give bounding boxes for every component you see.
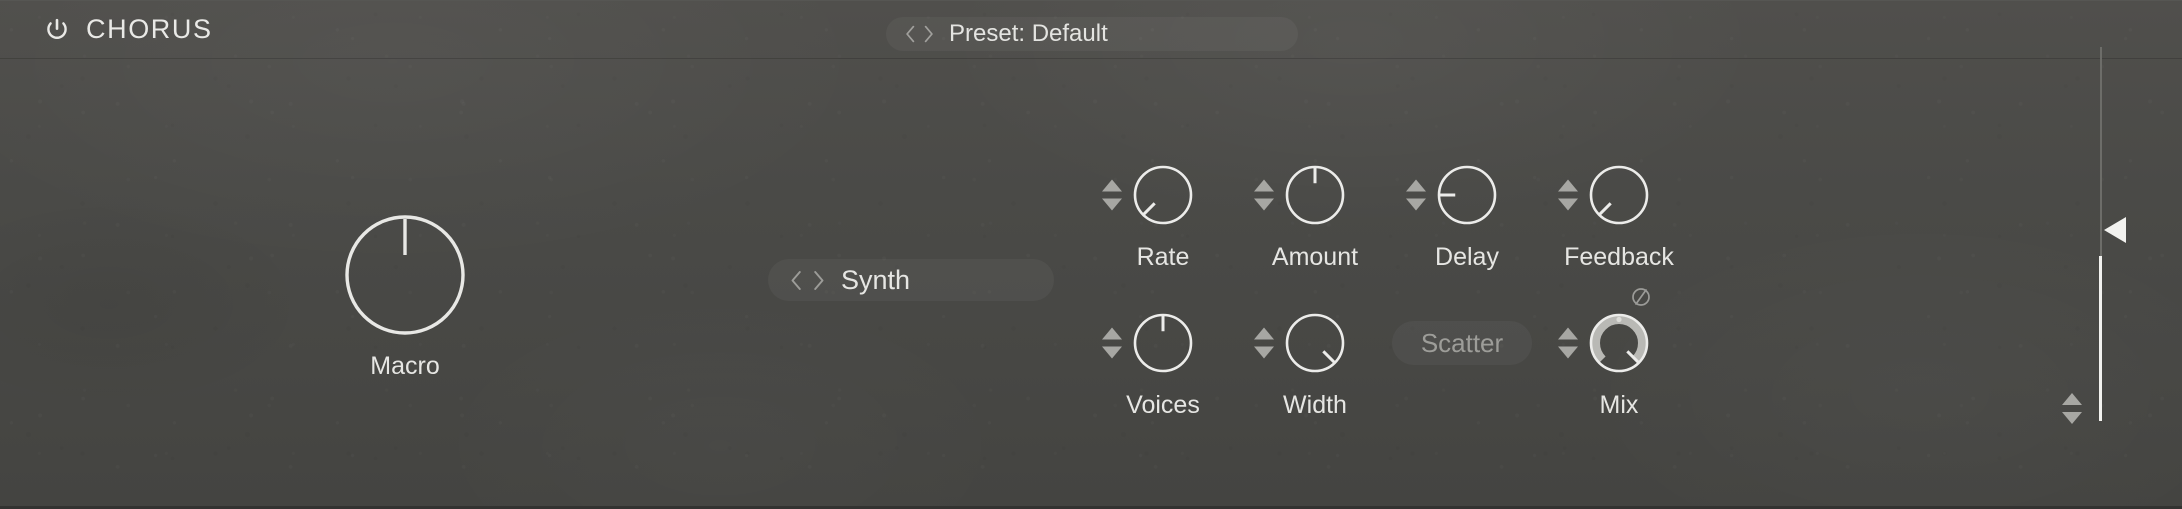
preset-selector[interactable]: Preset: Default: [886, 17, 1298, 51]
knob-label-delay: Delay: [1435, 243, 1499, 271]
source-label: Synth: [841, 264, 911, 295]
triangle-down-icon[interactable]: [1558, 346, 1578, 359]
fader-handle[interactable]: [2104, 217, 2126, 244]
stepper-width[interactable]: [1254, 327, 1274, 359]
macro-knob-label: Macro: [370, 352, 440, 380]
knob-label-width: Width: [1283, 391, 1347, 419]
triangle-up-icon[interactable]: [1102, 179, 1122, 192]
knob-row: [1544, 159, 1694, 231]
triangle-up-icon[interactable]: [1254, 327, 1274, 340]
knob-dial-amount[interactable]: [1284, 164, 1346, 226]
triangle-down-icon[interactable]: [1406, 198, 1426, 211]
stepper-mix[interactable]: [1558, 327, 1578, 359]
knob-dial-rate[interactable]: [1132, 164, 1194, 226]
knob-row: [1088, 307, 1238, 379]
chorus-plugin-panel: CHORUS Preset: Default Macro Synth Rate …: [0, 0, 2182, 509]
triangle-up-icon[interactable]: [1558, 179, 1578, 192]
triangle-up-icon[interactable]: [1558, 327, 1578, 340]
page-title: CHORUS: [86, 14, 213, 44]
scatter-button[interactable]: Scatter: [1392, 321, 1532, 365]
knob-cell-amount: Amount: [1240, 159, 1390, 272]
chevron-right-icon[interactable]: [812, 270, 825, 291]
knob-label-mix: Mix: [1599, 391, 1639, 419]
triangle-down-icon[interactable]: [2062, 412, 2082, 424]
knob-cell-voices: Voices: [1088, 307, 1238, 420]
triangle-down-icon[interactable]: [1102, 346, 1122, 359]
stepper-feedback[interactable]: [1558, 179, 1578, 211]
preset-label: Preset: Default: [949, 20, 1108, 47]
fader-stepper[interactable]: [2062, 393, 2082, 424]
triangle-up-icon[interactable]: [1102, 327, 1122, 340]
plugin-header: CHORUS Preset: Default: [0, 1, 2182, 59]
knob-cell-rate: Rate: [1088, 159, 1238, 272]
knob-dial-width[interactable]: [1284, 312, 1346, 374]
source-selector[interactable]: Synth: [768, 259, 1054, 301]
knob-label-rate: Rate: [1136, 243, 1190, 271]
triangle-up-icon[interactable]: [1406, 179, 1426, 192]
triangle-up-icon[interactable]: [2062, 393, 2082, 405]
triangle-down-icon[interactable]: [1102, 198, 1122, 211]
knob-cell-delay: Delay: [1392, 159, 1542, 272]
knob-row: [1240, 159, 1390, 231]
knob-dial-feedback[interactable]: [1588, 164, 1650, 226]
knob-row: [1544, 288, 1694, 379]
triangle-up-icon[interactable]: [1254, 179, 1274, 192]
knob-cell-feedback: Feedback: [1544, 159, 1694, 272]
macro-knob[interactable]: Macro: [340, 210, 470, 381]
knob-row: [1240, 307, 1390, 379]
triangle-down-icon[interactable]: [1254, 346, 1274, 359]
knob-dial-delay[interactable]: [1436, 164, 1498, 226]
chevron-left-icon[interactable]: [790, 270, 803, 291]
stepper-delay[interactable]: [1406, 179, 1426, 211]
stepper-amount[interactable]: [1254, 179, 1274, 211]
stepper-voices[interactable]: [1102, 327, 1122, 359]
power-icon[interactable]: [44, 17, 70, 43]
knob-dial-mix[interactable]: [1588, 288, 1650, 374]
stepper-rate[interactable]: [1102, 179, 1122, 211]
macro-knob-dial[interactable]: [340, 210, 470, 340]
knob-label-feedback: Feedback: [1564, 243, 1674, 271]
output-fader[interactable]: [2098, 47, 2126, 421]
fader-track-fill: [2099, 256, 2102, 421]
knob-row: [1392, 159, 1542, 231]
knob-row: [1088, 159, 1238, 231]
triangle-down-icon[interactable]: [1254, 198, 1274, 211]
knob-label-amount: Amount: [1271, 243, 1359, 271]
knob-label-voices: Voices: [1126, 391, 1200, 419]
chevron-left-icon[interactable]: [905, 25, 916, 43]
knob-cell-width: Width: [1240, 307, 1390, 420]
source-nav: [790, 270, 825, 291]
knob-cell-mix: Mix: [1544, 288, 1694, 420]
chevron-right-icon[interactable]: [923, 25, 934, 43]
scatter-cell: Scatter: [1392, 321, 1542, 365]
phase-invert-icon[interactable]: [1628, 284, 1654, 310]
knob-dial-voices[interactable]: [1132, 312, 1194, 374]
triangle-down-icon[interactable]: [1558, 198, 1578, 211]
preset-nav: [905, 25, 934, 43]
